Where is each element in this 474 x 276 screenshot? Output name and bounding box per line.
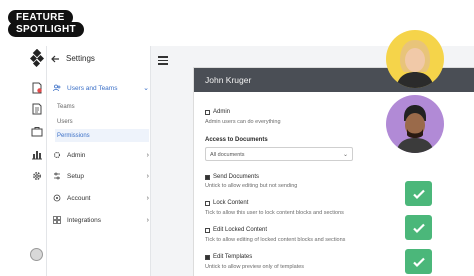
user-avatar[interactable] [30, 248, 43, 261]
document-plus-icon[interactable] [31, 82, 43, 94]
chevron-right-icon: › [146, 216, 149, 224]
settings-gear-icon[interactable] [31, 170, 43, 182]
admin-hint: Admin users can do everything [205, 119, 281, 125]
edit-locked-row[interactable]: Edit Locked Content [205, 227, 267, 233]
user-permissions-panel: John Kruger Admin Admin users can do eve… [193, 67, 474, 276]
check-badge [405, 249, 432, 274]
checkmark-icon [412, 223, 425, 233]
users-icon [53, 84, 61, 92]
checkmark-icon [412, 257, 425, 267]
edit-locked-hint: Tick to allow editing of locked content … [205, 237, 346, 243]
sidebar-item-label: Admin [67, 151, 86, 159]
account-icon [53, 194, 61, 202]
lock-content-label: Lock Content [213, 200, 249, 206]
edit-locked-checkbox[interactable] [205, 227, 210, 233]
user-photo-avatar [386, 30, 444, 88]
sidebar-item-label: Account [67, 194, 91, 202]
sidebar-item-label: Users and Teams [67, 84, 118, 92]
user-photo-avatar [386, 95, 444, 153]
gear-icon [53, 151, 61, 159]
send-documents-label: Send Documents [213, 174, 260, 180]
access-select-value: All documents [210, 152, 245, 158]
chevron-right-icon: › [146, 151, 149, 159]
sidebar-item-integrations[interactable]: Integrations › [53, 212, 149, 228]
edit-templates-row[interactable]: Edit Templates [205, 254, 252, 260]
send-documents-hint: Untick to allow editing but not sending [205, 183, 298, 189]
hamburger-menu-icon[interactable] [158, 56, 168, 65]
feature-badge-line2: SPOTLIGHT [8, 22, 84, 37]
edit-templates-hint: Untick to allow preview only of template… [205, 264, 305, 270]
sidebar-item-label: Integrations [67, 216, 101, 224]
access-label: Access to Documents [205, 137, 268, 143]
admin-label: Admin [213, 109, 231, 115]
checkmark-icon [412, 189, 425, 199]
sidebar-item-admin[interactable]: Admin › [53, 147, 149, 163]
check-badge [405, 181, 432, 206]
icon-rail [27, 46, 47, 276]
settings-sidebar: Settings Users and Teams ⌄ Teams Users P… [47, 46, 151, 276]
bar-chart-icon[interactable] [31, 148, 43, 160]
admin-checkbox[interactable] [205, 109, 210, 115]
logo-icon [30, 49, 44, 67]
document-icon[interactable] [31, 103, 43, 115]
lock-content-hint: Tick to allow this user to lock content … [205, 210, 344, 216]
sidebar-item-users-and-teams[interactable]: Users and Teams ⌄ [53, 80, 149, 96]
chevron-right-icon: › [146, 172, 149, 180]
edit-locked-label: Edit Locked Content [213, 227, 268, 233]
sidebar-item-label: Setup [67, 172, 84, 180]
lock-content-checkbox[interactable] [205, 200, 210, 206]
chevron-down-icon: ⌄ [143, 85, 149, 92]
back-arrow-icon[interactable] [51, 55, 60, 63]
settings-title: Settings [66, 54, 95, 63]
send-documents-checkbox[interactable] [205, 174, 210, 180]
sliders-icon [54, 172, 60, 180]
edit-templates-checkbox[interactable] [205, 254, 210, 260]
admin-checkbox-row[interactable]: Admin [205, 109, 230, 115]
sidebar-subitem-teams[interactable]: Teams [55, 100, 149, 113]
sidebar-item-account[interactable]: Account › [53, 190, 149, 206]
sidebar-subitem-users[interactable]: Users [55, 115, 149, 128]
check-badge [405, 215, 432, 240]
edit-templates-label: Edit Templates [213, 254, 253, 260]
send-documents-row[interactable]: Send Documents [205, 174, 259, 180]
chevron-right-icon: › [146, 194, 149, 202]
access-documents-select[interactable]: All documents ⌄ [205, 147, 353, 161]
lock-content-row[interactable]: Lock Content [205, 200, 248, 206]
settings-back[interactable]: Settings [51, 54, 95, 63]
sidebar-subitem-permissions[interactable]: Permissions [55, 129, 149, 142]
integrations-icon [53, 216, 61, 224]
sidebar-item-setup[interactable]: Setup › [53, 168, 149, 184]
chevron-down-icon: ⌄ [342, 152, 348, 158]
briefcase-icon[interactable] [31, 126, 43, 138]
